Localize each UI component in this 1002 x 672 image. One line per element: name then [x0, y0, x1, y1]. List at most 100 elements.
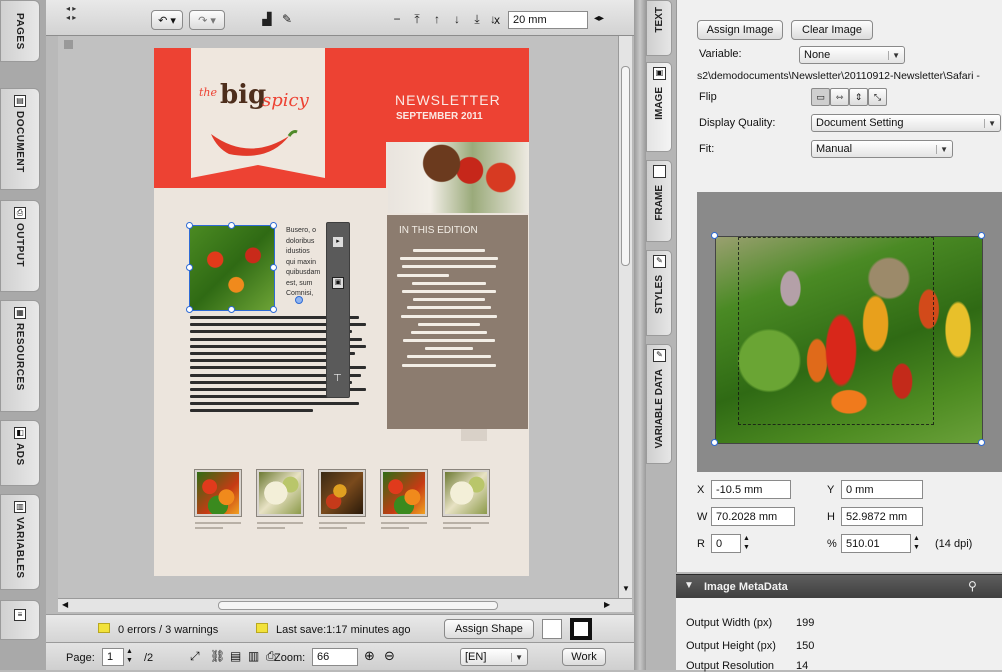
resize-handle[interactable] — [186, 264, 193, 271]
preview-handle[interactable] — [711, 439, 718, 446]
tab-ads[interactable]: ◧ ADS — [0, 420, 40, 486]
zoom-input[interactable]: 66 — [312, 648, 358, 666]
assign-shape-button[interactable]: Assign Shape — [444, 619, 534, 639]
toolbar-small-arrows[interactable]: ◂ ▸ ◂ ▸ — [66, 4, 76, 22]
preview-handle[interactable] — [711, 232, 718, 239]
image-tool-icon[interactable]: ▣ — [332, 277, 344, 289]
preview-handle[interactable] — [978, 439, 985, 446]
variable-select[interactable]: None ▼ — [799, 46, 905, 64]
preview-handle[interactable] — [978, 232, 985, 239]
scroll-right-arrow-icon[interactable]: ▶ — [604, 600, 610, 609]
thumbnail-image[interactable] — [257, 470, 303, 516]
flip-horizontal-icon[interactable]: ⇿ — [830, 88, 849, 106]
ads-icon: ◧ — [14, 427, 26, 439]
scroll-down-arrow-icon[interactable]: ▼ — [622, 584, 630, 593]
floating-frame-toolbar[interactable]: ▸ ▣ ⊤ — [326, 222, 350, 398]
display-quality-select[interactable]: Document Setting ▼ — [811, 114, 1001, 132]
h-input[interactable]: 52.9872 mm — [841, 507, 923, 526]
panel-splitter[interactable] — [634, 0, 646, 670]
selected-image-frame[interactable] — [189, 225, 275, 311]
metadata-label: Output Height (px) — [686, 640, 776, 652]
tab-styles[interactable]: ✎ STYLES — [646, 250, 672, 336]
flip-vertical-icon[interactable]: ⇕ — [849, 88, 868, 106]
page-stepper-icon[interactable]: ▲ ▼ — [126, 647, 133, 665]
stamp-icon[interactable]: ▟ — [260, 12, 274, 26]
flip-none-icon[interactable]: ▭ — [811, 88, 830, 106]
rotate-handle[interactable] — [295, 296, 303, 304]
fill-color-swatch[interactable] — [542, 619, 562, 639]
resize-handle[interactable] — [270, 264, 277, 271]
zoom-in-icon[interactable]: ⊕ — [364, 648, 375, 664]
workspace-button[interactable]: Work — [562, 648, 606, 666]
tab-text[interactable]: TEXT — [646, 0, 672, 56]
document-icon: ▤ — [14, 95, 26, 107]
thumbnail-image[interactable] — [195, 470, 241, 516]
tab-resources[interactable]: ▦ RESOURCES — [0, 300, 40, 412]
resize-handle[interactable] — [270, 306, 277, 313]
align-top-icon[interactable]: ⤒ — [410, 12, 424, 26]
resize-handle[interactable] — [228, 306, 235, 313]
fit-page-icon[interactable]: ⤢ — [190, 649, 200, 664]
resize-handle[interactable] — [270, 222, 277, 229]
undo-button[interactable]: ↶ ▾ — [151, 10, 183, 30]
header-peppers-image[interactable] — [388, 142, 529, 213]
y-input[interactable]: 0 mm — [841, 480, 923, 499]
rotation-input[interactable]: 0 — [711, 534, 741, 553]
rotation-stepper-icon[interactable]: ▲ ▼ — [743, 534, 750, 552]
tab-frame[interactable]: FRAME — [646, 160, 672, 242]
frame-tool-icon[interactable]: ▸ — [333, 237, 343, 247]
image-crop-frame[interactable] — [715, 236, 983, 444]
offset-stepper-icon[interactable]: ◂▸ — [594, 13, 604, 24]
flip-both-icon[interactable]: ⤡ — [868, 88, 887, 106]
stroke-color-swatch[interactable] — [570, 618, 592, 640]
warnings-text[interactable]: 0 errors / 3 warnings — [118, 624, 218, 636]
tab-pages[interactable]: PAGES — [0, 0, 40, 62]
page-total: /2 — [144, 652, 154, 664]
paint-icon[interactable]: ✎ — [280, 12, 294, 26]
x-input[interactable]: -10.5 mm — [711, 480, 791, 499]
assign-image-button[interactable]: Assign Image — [697, 20, 783, 40]
tab-document[interactable]: ▤ DOCUMENT — [0, 88, 40, 190]
clear-image-button[interactable]: Clear Image — [791, 20, 873, 40]
tab-frame-label: FRAME — [654, 185, 665, 221]
arrow-up-icon[interactable]: ↑ — [430, 12, 444, 26]
pin-icon[interactable]: ⚲ — [968, 579, 977, 593]
tab-extra[interactable]: ≡ — [0, 600, 40, 640]
display-quality-value: Document Setting — [816, 117, 904, 129]
language-select[interactable]: [EN] ▼ — [460, 648, 528, 666]
percent-input[interactable]: 510.01 — [841, 534, 911, 553]
link-icon[interactable]: ⛓ — [210, 649, 225, 663]
thumbnail-image[interactable] — [443, 470, 489, 516]
minus-icon[interactable]: − — [390, 12, 404, 26]
tab-variables[interactable]: ▥ VARIABLES — [0, 494, 40, 590]
fit-select[interactable]: Manual ▼ — [811, 140, 953, 158]
tab-variable-data[interactable]: ✎ VARIABLE DATA — [646, 344, 672, 464]
page-input[interactable]: 1 — [102, 648, 124, 666]
page-view-icon[interactable]: ▤ — [230, 649, 241, 663]
horizontal-scroll-thumb[interactable] — [218, 601, 498, 610]
canvas-horizontal-scrollbar[interactable]: ◀ ▶ — [58, 598, 632, 612]
tab-image-label: IMAGE — [654, 87, 665, 120]
pin-tool-icon[interactable]: ⊤ — [333, 373, 342, 384]
canvas-vertical-scrollbar[interactable]: ▼ — [618, 36, 632, 602]
dpi-readout: (14 dpi) — [935, 538, 973, 550]
w-input[interactable]: 70.2028 mm — [711, 507, 795, 526]
zoom-out-icon[interactable]: ⊖ — [384, 648, 395, 664]
tab-image[interactable]: ▣ IMAGE — [646, 62, 672, 152]
thumbnail-image[interactable] — [319, 470, 365, 516]
arrow-down-icon[interactable]: ↓ — [450, 12, 464, 26]
resize-handle[interactable] — [228, 222, 235, 229]
offset-input[interactable]: 20 mm — [508, 11, 588, 29]
vertical-scroll-thumb[interactable] — [621, 66, 630, 266]
thumbnail-image[interactable] — [381, 470, 427, 516]
tab-output[interactable]: ⎙ OUTPUT — [0, 200, 40, 292]
percent-stepper-icon[interactable]: ▲ ▼ — [913, 534, 920, 552]
resize-handle[interactable] — [186, 306, 193, 313]
scroll-left-arrow-icon[interactable]: ◀ — [62, 600, 68, 609]
align-bottom-icon[interactable]: ⤓ — [470, 12, 484, 26]
resize-handle[interactable] — [186, 222, 193, 229]
metadata-header[interactable]: ▼ Image MetaData ⚲ — [676, 574, 1002, 598]
redo-button[interactable]: ↷ ▾ — [189, 10, 225, 30]
spread-view-icon[interactable]: ▥ — [248, 649, 259, 663]
collapse-triangle-icon[interactable]: ▼ — [684, 580, 694, 591]
